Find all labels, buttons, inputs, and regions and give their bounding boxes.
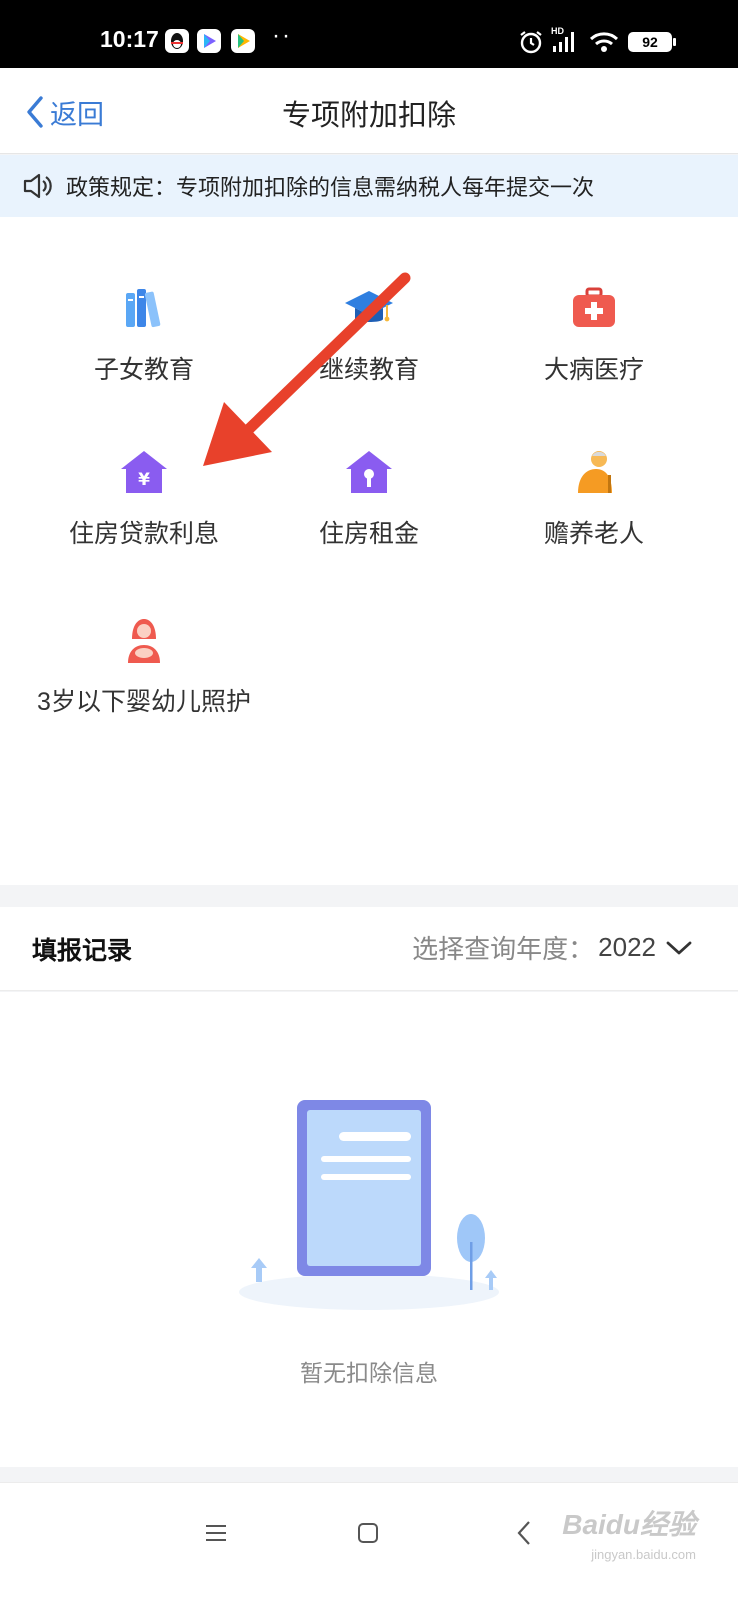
battery-tip — [673, 38, 676, 46]
status-bar: 10:17 ·· HD 92 — [0, 0, 738, 68]
status-time: 10:17 — [100, 26, 159, 52]
category-label: 继续教育 — [318, 356, 419, 384]
watermark-url: jingyan.baidu.com — [591, 1547, 696, 1562]
category-label: 大病医疗 — [543, 356, 644, 384]
category-continuing-education[interactable]: 继续教育 — [256, 283, 482, 391]
back-triangle-icon — [517, 1521, 530, 1545]
empty-document-illustration — [239, 1100, 499, 1310]
video-app-icon-2 — [231, 29, 255, 53]
policy-notice: 政策规定：专项附加扣除的信息需纳税人每年提交一次 — [0, 155, 738, 217]
signal-icon: HD — [551, 26, 577, 59]
empty-state-text: 暂无扣除信息 — [300, 1360, 438, 1386]
home-button[interactable] — [348, 1513, 388, 1553]
deduction-categories: 子女教育 继续教育 大病医疗 ¥ 住房贷款利息 住房租金 赡养老人 3岁以下婴幼… — [0, 217, 738, 885]
category-label: 住房贷款利息 — [68, 520, 219, 548]
wifi-icon — [589, 31, 619, 58]
baidu-watermark: Baidu经验 — [562, 1509, 696, 1540]
records-title: 填报记录 — [32, 937, 133, 965]
menu-icon — [206, 1525, 226, 1541]
category-label: 子女教育 — [93, 356, 194, 384]
svg-text:¥: ¥ — [138, 470, 150, 490]
speaker-icon — [23, 173, 52, 199]
category-infant-care[interactable]: 3岁以下婴幼儿照护 — [31, 615, 257, 723]
graduation-cap-icon — [345, 291, 393, 322]
elderly-icon — [578, 451, 612, 493]
app-header: 返回 专项附加扣除 — [0, 68, 738, 154]
records-list: 暂无扣除信息 — [0, 992, 738, 1467]
category-label: 赡养老人 — [543, 520, 644, 548]
network-badge: HD — [551, 26, 564, 36]
house-yen-icon: ¥ — [121, 451, 167, 493]
year-prompt: 选择查询年度： — [412, 934, 595, 964]
category-children-education[interactable]: 子女教育 — [31, 283, 257, 391]
home-square-icon — [358, 1523, 378, 1543]
system-nav-bar: Baidu经验 jingyan.baidu.com — [0, 1482, 738, 1600]
mother-baby-icon — [128, 619, 160, 663]
selected-year: 2022 — [598, 932, 656, 962]
books-icon — [126, 289, 161, 328]
medical-kit-icon — [573, 287, 615, 327]
menu-button[interactable] — [196, 1513, 236, 1553]
year-selector[interactable]: 选择查询年度： 2022 — [412, 929, 692, 966]
battery-indicator: 92 — [628, 32, 672, 52]
more-notifications-icon: ·· — [272, 22, 292, 49]
notice-text: 政策规定：专项附加扣除的信息需纳税人每年提交一次 — [66, 175, 595, 200]
chevron-down-icon — [666, 941, 692, 954]
category-housing-loan-interest[interactable]: ¥ 住房贷款利息 — [31, 447, 257, 555]
qq-app-icon — [165, 29, 189, 53]
records-header: 填报记录 选择查询年度： 2022 — [0, 907, 738, 991]
category-elderly-support[interactable]: 赡养老人 — [481, 447, 707, 555]
category-housing-rent[interactable]: 住房租金 — [256, 447, 482, 555]
category-serious-illness[interactable]: 大病医疗 — [481, 283, 707, 391]
video-app-icon — [197, 29, 221, 53]
system-back-button[interactable] — [504, 1513, 544, 1553]
category-label: 住房租金 — [318, 520, 419, 548]
category-label: 3岁以下婴幼儿照护 — [37, 688, 251, 716]
alarm-icon — [518, 30, 544, 59]
house-key-icon — [346, 451, 392, 493]
page-title: 专项附加扣除 — [281, 100, 456, 132]
